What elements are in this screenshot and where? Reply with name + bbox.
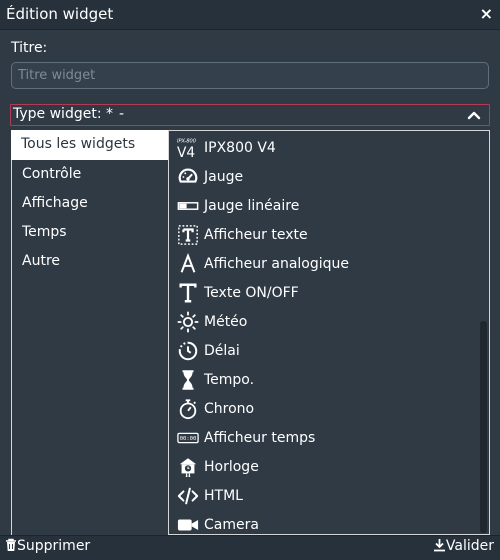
validate-label: Valider	[445, 538, 494, 554]
category-item-controle[interactable]: Contrôle	[12, 160, 169, 189]
video-camera-icon	[177, 519, 199, 531]
widget-item-afficheur-analogique[interactable]: Afficheur analogique	[169, 250, 469, 279]
hourglass-icon	[182, 370, 194, 390]
gauge-icon	[178, 168, 198, 183]
category-item-affichage[interactable]: Affichage	[12, 189, 169, 218]
delete-label: Supprimer	[17, 538, 91, 554]
trash-icon	[6, 538, 16, 551]
widget-label: Afficheur texte	[204, 227, 308, 243]
category-label: Contrôle	[22, 166, 82, 182]
widget-item-jauge[interactable]: Jauge	[169, 163, 469, 192]
category-item-all[interactable]: Tous les widgets	[11, 130, 168, 159]
svg-text:00:00: 00:00	[180, 436, 197, 442]
category-label: Temps	[22, 224, 67, 240]
category-label: Autre	[22, 253, 61, 269]
category-item-autre[interactable]: Autre	[12, 247, 169, 276]
widget-label: Afficheur analogique	[204, 256, 350, 272]
widget-label: Camera	[204, 517, 259, 533]
widget-label: IPX800 V4	[204, 140, 276, 156]
category-item-temps[interactable]: Temps	[12, 218, 169, 247]
code-icon	[177, 487, 199, 505]
widget-label: Délai	[204, 343, 240, 359]
widget-label: Afficheur temps	[204, 430, 316, 446]
widget-label: Jauge linéaire	[204, 198, 300, 214]
dialog-title: Édition widget	[6, 5, 114, 23]
widget-item-texte-onoff[interactable]: Texte ON/OFF	[169, 279, 469, 308]
title-input[interactable]	[11, 62, 489, 89]
widget-item-meteo[interactable]: Météo	[169, 308, 469, 337]
digital-clock-icon: 00:00	[177, 432, 199, 444]
widget-label: Texte ON/OFF	[204, 285, 299, 301]
title-label: Titre:	[11, 40, 48, 56]
widget-list: IPX-800 V4 IPX800 V4 Jauge Jauge linéair…	[168, 130, 490, 535]
cuckoo-clock-icon	[179, 458, 197, 478]
widget-label: HTML	[204, 488, 243, 504]
widget-list-scrollbar[interactable]	[480, 321, 487, 533]
letter-t-icon	[179, 283, 197, 303]
svg-text:IPX-800: IPX-800	[177, 139, 196, 145]
widget-item-tempo[interactable]: Tempo.	[169, 366, 469, 395]
timer-icon	[178, 341, 198, 361]
widget-type-value: -	[119, 106, 125, 122]
widget-item-afficheur-texte[interactable]: Afficheur texte	[169, 221, 469, 250]
widget-type-selector[interactable]: Type widget: * -	[10, 104, 490, 126]
widget-item-chrono[interactable]: Chrono	[169, 395, 469, 424]
svg-text:V4: V4	[177, 145, 195, 159]
widget-item-camera[interactable]: Camera	[169, 511, 469, 534]
category-label: Affichage	[22, 195, 88, 211]
category-label: Tous les widgets	[21, 136, 136, 152]
widget-item-jauge-lineaire[interactable]: Jauge linéaire	[169, 192, 469, 221]
widget-label: Tempo.	[204, 372, 255, 388]
widget-item-delai[interactable]: Délai	[169, 337, 469, 366]
ipx800-v4-icon: IPX-800 V4	[177, 139, 196, 160]
dialog-footer: Supprimer Valider	[0, 535, 500, 560]
widget-label: Jauge	[204, 169, 244, 185]
linear-gauge-icon	[177, 202, 199, 210]
validate-button[interactable]: Valider	[433, 538, 494, 554]
chevron-up-icon	[467, 111, 481, 120]
close-icon[interactable]: ×	[480, 4, 493, 23]
widget-label: Météo	[204, 314, 248, 330]
widget-label: Horloge	[204, 459, 259, 475]
widget-label: Chrono	[204, 401, 255, 417]
letter-a-icon	[180, 253, 196, 273]
sun-icon	[177, 311, 199, 333]
text-box-icon	[178, 225, 198, 245]
widget-type-label: Type widget: *	[13, 106, 113, 122]
dialog-titlebar: Édition widget ×	[0, 0, 500, 30]
widget-item-ipx800[interactable]: IPX-800 V4 IPX800 V4	[169, 134, 469, 163]
widget-item-html[interactable]: HTML	[169, 482, 469, 511]
widget-item-horloge[interactable]: Horloge	[169, 453, 469, 482]
widget-item-afficheur-temps[interactable]: 00:00 Afficheur temps	[169, 424, 469, 453]
stopwatch-icon	[179, 399, 197, 420]
category-list-background: Contrôle Affichage Temps Autre	[11, 160, 168, 535]
download-icon	[433, 539, 445, 552]
delete-button[interactable]: Supprimer	[5, 538, 90, 554]
